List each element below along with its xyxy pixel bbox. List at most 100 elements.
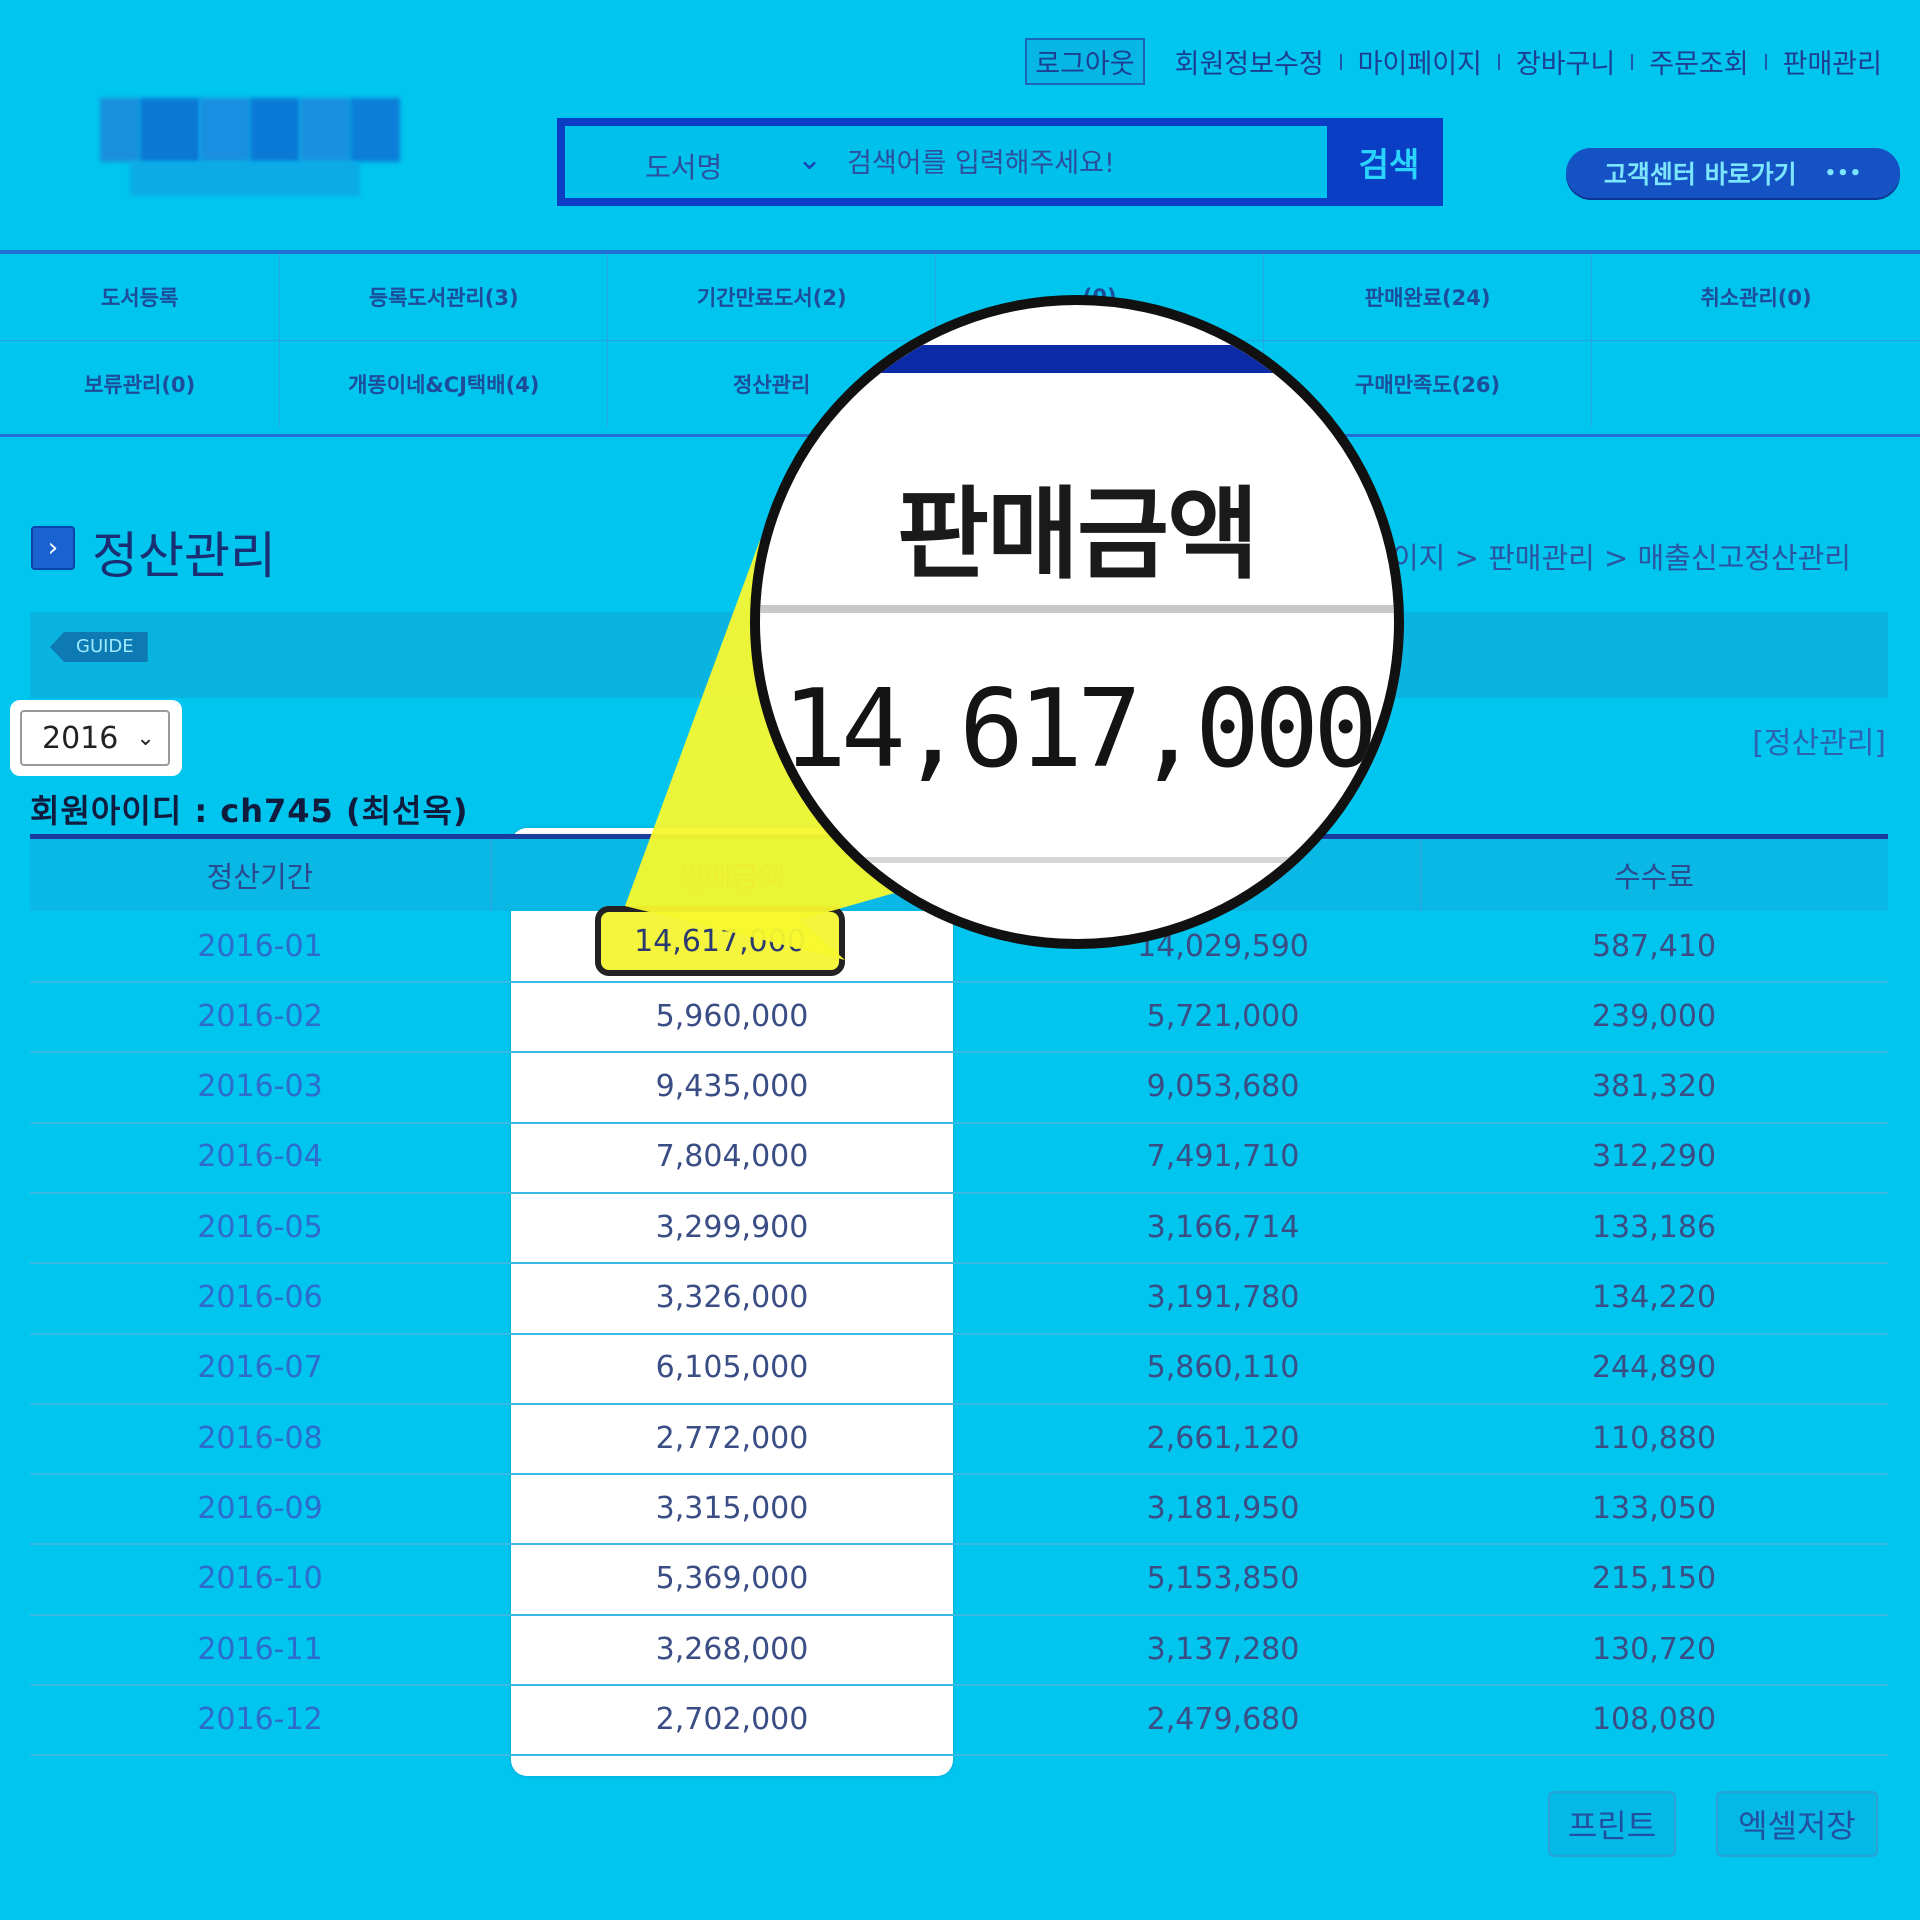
logo-pixel [250,98,300,162]
cell-period[interactable]: 2016-09 [30,1473,490,1543]
chevron-down-icon: ⌄ [136,725,155,751]
settlement-link[interactable]: [정산관리] [1752,718,1886,762]
cell-period[interactable]: 2016-01 [30,911,490,981]
cell-period[interactable]: 2016-02 [30,981,490,1051]
search-field-area: 도서명 ⌄ [565,126,1327,198]
menu-cj-delivery[interactable]: 개똥이네&CJ택배(4) [280,341,609,427]
mypage-link[interactable]: 마이페이지 [1342,42,1498,81]
cell-fee: 587,410 [1591,928,1717,964]
cell-settlement: 2,661,120 [1146,1420,1300,1456]
cell-settlement: 5,860,110 [1146,1350,1300,1386]
cell-sales: 3,326,000 [655,1280,809,1315]
cell-period[interactable]: 2016-03 [30,1052,490,1122]
cell-fee: 108,080 [1591,1701,1717,1737]
cell-period[interactable]: 2016-05 [30,1192,490,1262]
cell-settlement: 3,181,950 [1146,1490,1300,1526]
cell-period[interactable]: 2016-04 [30,1122,490,1192]
header-fee: 수수료 [1613,860,1695,894]
cell-sales: 6,105,000 [655,1350,809,1386]
cell-sales: 2,772,000 [655,1420,809,1456]
cell-fee: 215,150 [1591,1561,1717,1597]
table-row: 2016-04 7,804,000 7,491,710 312,290 [30,1122,1888,1194]
magnified-sales-label: 판매금액 [897,476,1259,593]
cell-period[interactable]: 2016-08 [30,1403,490,1473]
cell-sales: 5,369,000 [655,1561,809,1597]
menu-cancel-manage[interactable]: 취소관리(0) [1592,254,1920,340]
sales-manage-link[interactable]: 판매관리 [1767,42,1898,81]
print-button[interactable]: 프린트 [1548,1791,1676,1857]
more-dots-icon: ••• [1824,162,1863,184]
edit-member-link[interactable]: 회원정보수정 [1159,42,1340,81]
divider [1420,839,1422,911]
top-links: 로그아웃 회원정보수정 마이페이지 장바구니 주문조회 판매관리 [1025,38,1898,85]
cell-fee: 133,050 [1591,1490,1717,1526]
magnifier: 판매금액 14,617,000 [750,295,1404,949]
cell-period[interactable]: 2016-12 [30,1684,490,1754]
table-row: 2016-05 3,299,900 3,166,714 133,186 [30,1192,1888,1265]
cell-settlement: 5,721,000 [1146,998,1300,1034]
header-period: 정산기간 [206,860,314,894]
menu-expired-books[interactable]: 기간만료도서(2) [608,254,937,340]
year-value: 2016 [42,720,119,756]
cell-fee: 133,186 [1591,1209,1717,1245]
breadcrumb: 이지 > 판매관리 > 매출신고정산관리 [1392,541,1851,575]
cell-settlement: 2,479,680 [1146,1701,1300,1737]
cell-sales: 3,315,000 [655,1490,809,1526]
logo-pixel [130,162,360,196]
menu-book-register[interactable]: 도서등록 [0,254,281,340]
table-row: 2016-03 9,435,000 9,053,680 381,320 [30,1052,1888,1124]
highlight-box: 14,617,000 [595,906,845,976]
search-input[interactable] [845,144,1319,182]
cell-fee: 244,890 [1591,1350,1717,1386]
search-category-select[interactable]: 도서명 [645,146,722,186]
cell-fee: 110,880 [1591,1420,1717,1456]
cell-settlement: 9,053,680 [1146,1069,1300,1105]
magnifier-header-bar [760,345,1394,373]
menu-hold-manage[interactable]: 보류관리(0) [0,341,281,427]
chevron-right-icon: › [31,526,75,570]
divider [490,839,492,911]
cell-sales: 2,702,000 [655,1701,809,1737]
guide-tag[interactable]: GUIDE [50,632,148,662]
cell-period[interactable]: 2016-07 [30,1333,490,1403]
search-bar: 도서명 ⌄ 검색 [557,118,1443,206]
menu-registered-books[interactable]: 등록도서관리(3) [280,254,609,340]
table-row: 2016-09 3,315,000 3,181,950 133,050 [30,1473,1888,1546]
cart-link[interactable]: 장바구니 [1500,42,1631,81]
cell-fee: 134,220 [1591,1280,1717,1315]
divider [760,857,1394,863]
divider [760,605,1394,613]
chevron-down-icon[interactable]: ⌄ [797,142,822,177]
customer-center-button[interactable]: 고객센터 바로가기 ••• [1566,148,1900,198]
table-row: 2016-11 3,268,000 3,137,280 130,720 [30,1614,1888,1686]
menu-sold-complete[interactable]: 판매완료(24) [1264,254,1593,340]
table-row: 2016-08 2,772,000 2,661,120 110,880 [30,1403,1888,1476]
cell-sales: 3,299,900 [655,1209,809,1245]
menu-empty [1592,341,1920,427]
cell-period[interactable]: 2016-06 [30,1263,490,1333]
site-logo[interactable] [100,98,405,200]
table-row: 2016-07 6,105,000 5,860,110 244,890 [30,1333,1888,1405]
customer-center-label: 고객센터 바로가기 [1603,160,1797,189]
excel-save-button[interactable]: 엑셀저장 [1716,1791,1878,1857]
cell-period[interactable]: 2016-10 [30,1544,490,1614]
page-title: 정산관리 [92,527,276,585]
year-select[interactable]: 2016 ⌄ [20,710,170,766]
cell-fee: 130,720 [1591,1631,1717,1667]
logo-pixel [100,98,140,162]
cell-sales: 3,268,000 [655,1631,809,1667]
cell-fee: 312,290 [1591,1139,1717,1175]
logo-pixel [140,98,200,162]
cell-sales: 7,804,000 [655,1139,809,1175]
order-lookup-link[interactable]: 주문조회 [1633,42,1764,81]
cell-period[interactable]: 2016-11 [30,1614,490,1684]
logo-pixel [300,98,350,162]
table-row: 2016-10 5,369,000 5,153,850 215,150 [30,1544,1888,1616]
logo-pixel [200,98,250,162]
cell-sales: 5,960,000 [655,998,809,1034]
cell-fee: 239,000 [1591,998,1717,1034]
table-row: 2016-02 5,960,000 5,721,000 239,000 [30,981,1888,1054]
search-button[interactable]: 검색 [1335,118,1443,206]
cell-settlement: 3,137,280 [1146,1631,1300,1667]
logout-link[interactable]: 로그아웃 [1025,38,1145,85]
